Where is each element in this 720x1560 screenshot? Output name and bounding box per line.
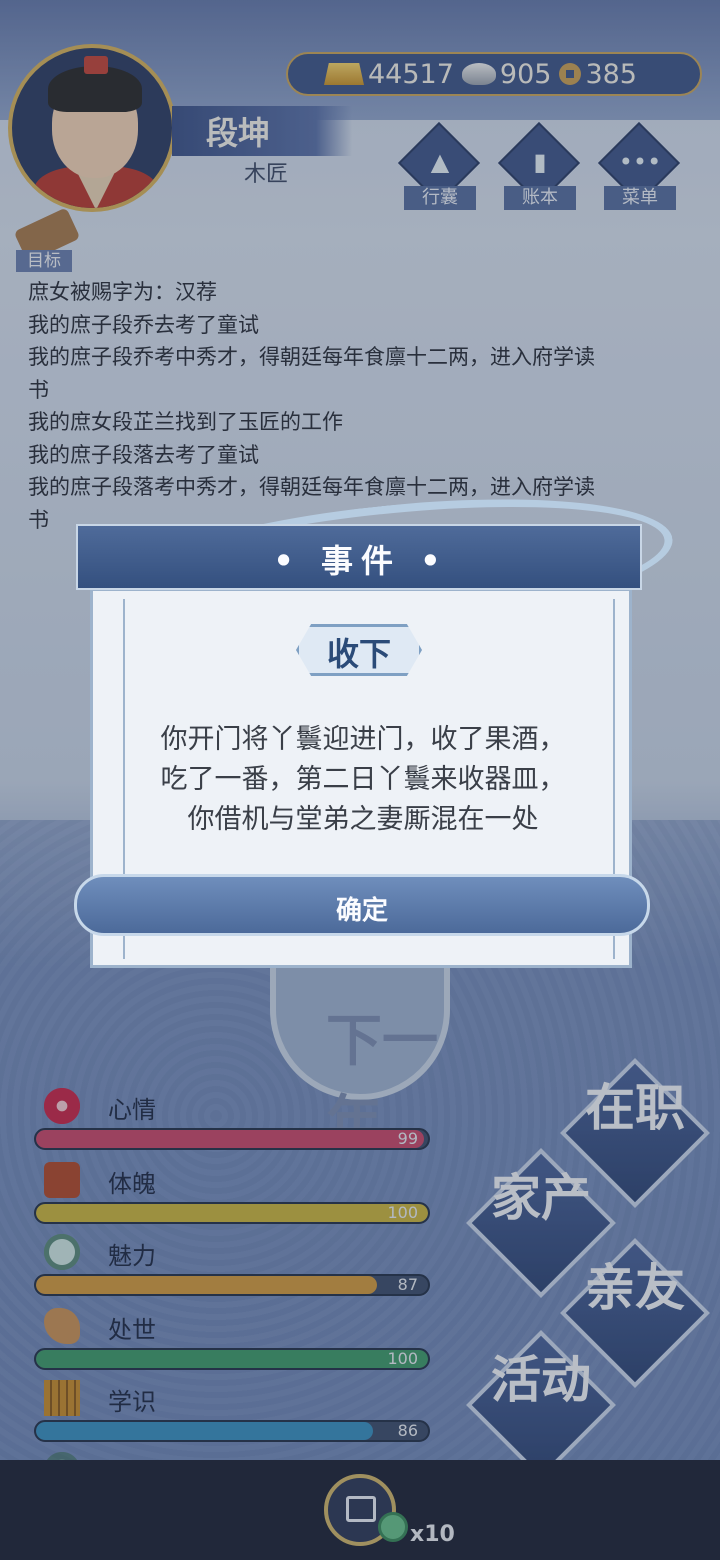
dialog-title: • 事件 • bbox=[273, 542, 449, 580]
dialog-body-line: 你借机与堂弟之妻厮混在一处 bbox=[187, 804, 539, 835]
choice-tag: 收下 bbox=[286, 620, 432, 680]
dialog-body-line: 你开门将丫鬟迎进门，收了果酒， bbox=[160, 724, 566, 755]
dialog-body-line: 吃了一番，第二日丫鬟来收器皿， bbox=[160, 764, 566, 795]
confirm-button[interactable]: 确定 bbox=[74, 874, 650, 936]
event-dialog: • 事件 • 收下 你开门将丫鬟迎进门，收了果酒， 吃了一番，第二日丫鬟来收器皿… bbox=[74, 524, 650, 968]
choice-label: 收下 bbox=[326, 635, 391, 673]
confirm-label: 确定 bbox=[335, 896, 388, 926]
dialog-header: • 事件 • bbox=[76, 524, 642, 590]
dialog-body: 你开门将丫鬟迎进门，收了果酒， 吃了一番，第二日丫鬟来收器皿， 你借机与堂弟之妻… bbox=[106, 720, 620, 840]
